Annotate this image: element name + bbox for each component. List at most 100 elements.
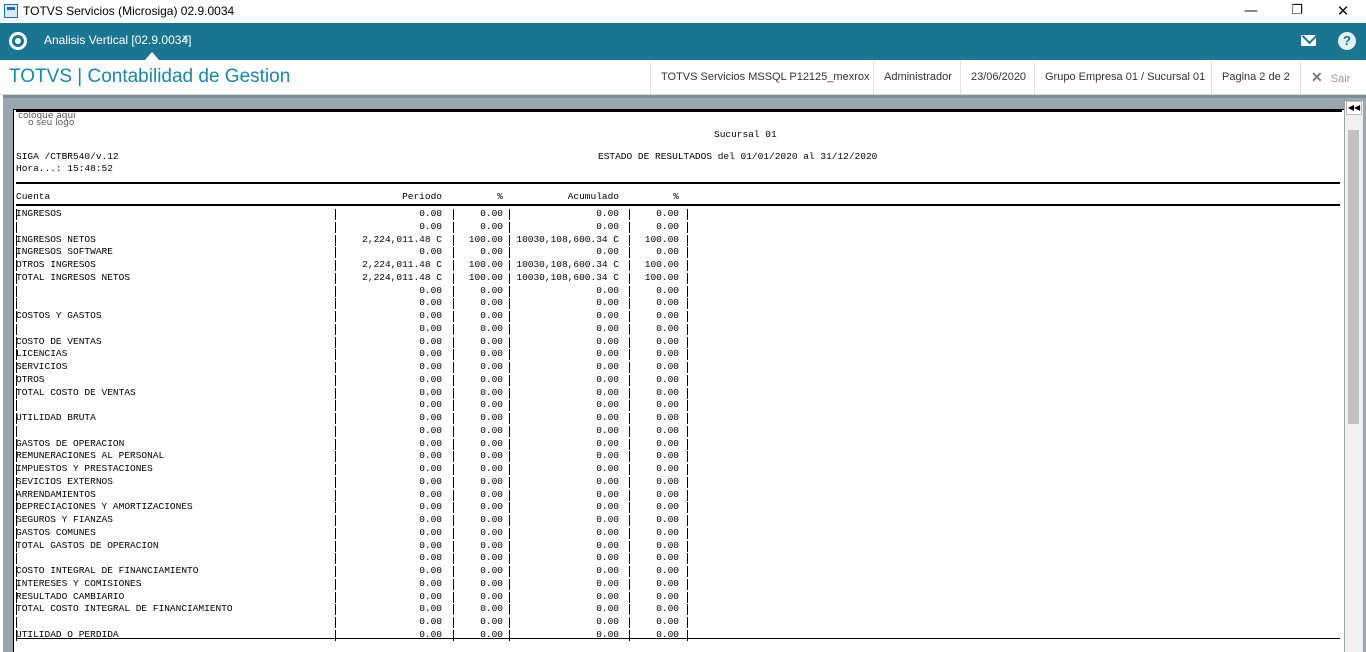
cell-pct-periodo: 0.00 [480, 386, 503, 398]
logo-text-line2: o seu logo [28, 118, 75, 128]
col-header-acumulado: Acumulado [567, 191, 619, 202]
cell-pct-acumulado: 0.00 [656, 386, 679, 398]
column-separator [687, 400, 688, 412]
table-row: 0.00 0.00 0.00 0.00 [16, 552, 716, 565]
cell-pct-periodo: 0.00 [480, 412, 503, 423]
cell-periodo: 0.00 [419, 348, 442, 360]
cell-periodo: 2,224,011.48 C [362, 259, 442, 270]
cell-cuenta: DEPRECIACIONES Y AMORTIZACIONES [16, 501, 193, 513]
cell-cuenta: GASTOS COMUNES [16, 526, 96, 538]
cell-acumulado: 10030,108,600.34 C [516, 259, 619, 270]
cell-pct-periodo: 0.00 [480, 437, 503, 449]
column-separator [687, 298, 688, 310]
table-row: INGRESOS NETOS 2,224,011.48 C 100.00 10030,… [16, 234, 716, 247]
exit-button[interactable]: ✕ Sair [1300, 60, 1350, 94]
column-separator [629, 566, 630, 577]
column-separator [509, 374, 510, 386]
totvs-logo-icon[interactable] [9, 32, 27, 50]
scroll-up-icon[interactable]: ◀◀ [1346, 101, 1362, 115]
column-separator [629, 438, 630, 450]
cell-acumulado: 0.00 [596, 322, 619, 334]
column-separator [335, 247, 336, 259]
mail-icon[interactable] [1301, 35, 1316, 46]
minimize-button[interactable]: — [1228, 0, 1274, 23]
column-separator [687, 476, 688, 488]
cell-acumulado: 0.00 [596, 335, 619, 347]
table-row: OTROS 0.00 0.00 0.00 0.00 [16, 374, 716, 387]
cell-pct-periodo: 0.00 [480, 310, 503, 321]
tab-close-icon[interactable]: × [182, 31, 189, 45]
table-row: COSTO INTEGRAL DE FINANCIAMIENTO 0.00 0.00… [16, 565, 716, 578]
column-separator [629, 629, 630, 641]
cell-acumulado: 0.00 [596, 284, 619, 296]
cell-pct-periodo: 0.00 [480, 501, 503, 513]
column-separator [335, 464, 336, 475]
cell-pct-acumulado: 0.00 [656, 335, 679, 347]
restore-button[interactable]: ❐ [1274, 0, 1320, 23]
column-separator [629, 591, 630, 603]
column-separator [629, 387, 630, 399]
close-window-button[interactable]: ✕ [1320, 0, 1366, 23]
header-rule-bottom [16, 204, 1340, 206]
cell-cuenta: COSTOS Y GASTOS [16, 310, 102, 321]
column-separator [335, 400, 336, 412]
column-separator [687, 425, 688, 437]
tab-analisis-vertical[interactable]: Analisis Vertical [02.9.0034] × [36, 23, 196, 60]
column-separator [629, 553, 630, 565]
column-separator [453, 502, 454, 514]
table-row: GASTOS COMUNES 0.00 0.00 0.00 0.00 [16, 527, 716, 540]
cell-cuenta: COSTO DE VENTAS [16, 335, 102, 347]
table-row: INGRESOS SOFTWARE 0.00 0.00 0.00 0.00 [16, 246, 716, 259]
column-separator [629, 400, 630, 412]
table-row: SERVICIOS 0.00 0.00 0.00 0.00 [16, 361, 716, 374]
col-header-pct-acumulado: % [673, 191, 679, 202]
cell-pct-periodo: 0.00 [480, 208, 503, 219]
cell-cuenta: COSTO INTEGRAL DE FINANCIAMIENTO [16, 565, 199, 576]
column-separator [16, 464, 17, 475]
cell-pct-acumulado: 0.00 [656, 590, 679, 602]
column-separator [687, 502, 688, 514]
column-separator [509, 272, 510, 284]
scrollbar-thumb[interactable] [1348, 130, 1359, 424]
column-separator [453, 349, 454, 361]
app-window-icon [4, 4, 18, 18]
cell-acumulado: 0.00 [596, 373, 619, 385]
environment-label: TOTVS Servicios MSSQL P12125_mexrox [650, 60, 869, 94]
cell-pct-periodo: 0.00 [480, 335, 503, 347]
cell-pct-acumulado: 0.00 [656, 246, 679, 258]
column-separator [16, 349, 17, 361]
cell-acumulado: 0.00 [596, 539, 619, 551]
table-row: SEVICIOS EXTERNOS 0.00 0.00 0.00 0.00 [16, 476, 716, 489]
column-separator [335, 260, 336, 271]
column-separator [453, 374, 454, 386]
column-separator [509, 234, 510, 246]
cell-acumulado: 0.00 [596, 514, 619, 525]
column-separator [335, 234, 336, 246]
column-separator [335, 527, 336, 539]
column-separator [16, 515, 17, 526]
column-separator [629, 604, 630, 616]
column-separator [629, 336, 630, 348]
column-separator [509, 502, 510, 514]
tab-label[interactable]: Analisis Vertical [02.9.0034] [44, 33, 191, 47]
cell-periodo: 0.00 [419, 208, 442, 219]
col-header-cuenta: Cuenta [16, 191, 51, 202]
column-separator [509, 323, 510, 335]
column-separator [687, 221, 688, 233]
column-separator [629, 260, 630, 271]
table-row: SEGUROS Y FIANZAS 0.00 0.00 0.00 0.00 [16, 514, 716, 527]
column-separator [509, 617, 510, 628]
column-separator [453, 413, 454, 424]
column-separator [509, 336, 510, 348]
column-separator [453, 400, 454, 412]
column-separator [453, 209, 454, 220]
column-separator [687, 349, 688, 361]
column-separator [16, 247, 17, 259]
column-separator [453, 247, 454, 259]
column-separator [16, 400, 17, 412]
cell-acumulado: 10030,108,600.34 C [516, 233, 619, 245]
column-separator [16, 234, 17, 246]
column-separator [16, 272, 17, 284]
column-separator [16, 617, 17, 628]
help-icon[interactable]: ? [1338, 32, 1356, 50]
